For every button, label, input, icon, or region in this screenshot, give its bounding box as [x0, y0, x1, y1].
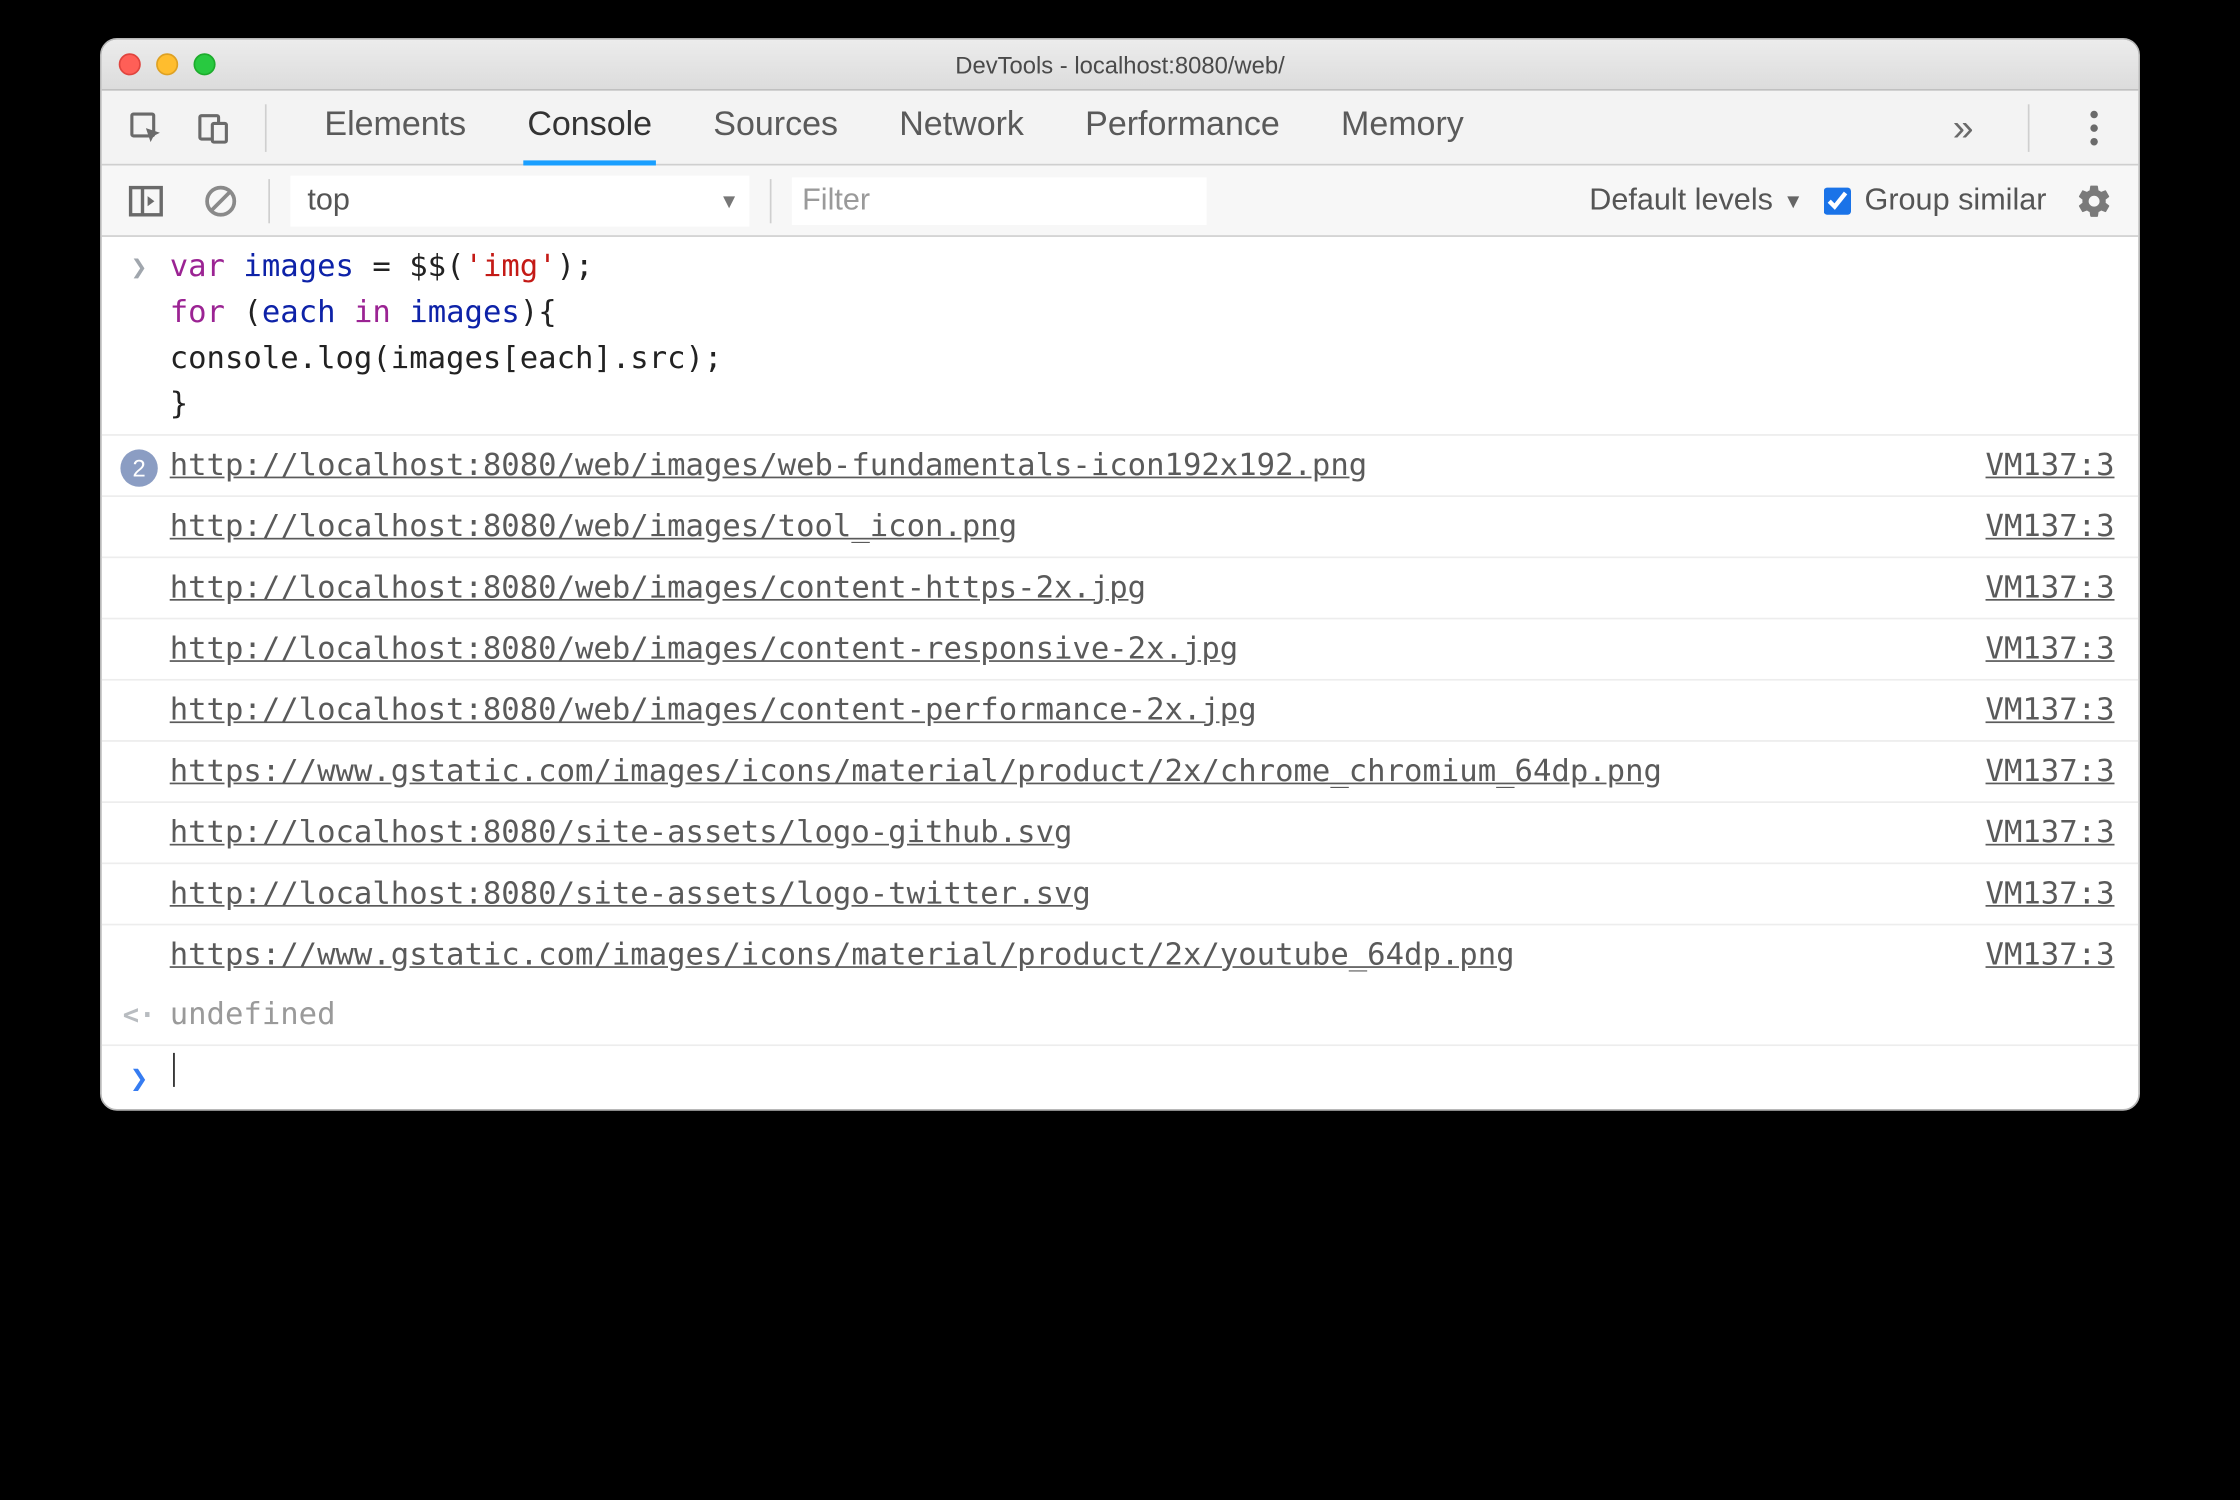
tab-sources[interactable]: Sources: [710, 90, 842, 165]
repeat-count-badge: 2: [120, 449, 157, 486]
titlebar: DevTools - localhost:8080/web/: [102, 40, 2139, 91]
log-url-link[interactable]: https://www.gstatic.com/images/icons/mat…: [170, 754, 1662, 790]
sidebar-toggle-icon[interactable]: [119, 173, 173, 227]
prompt-chevron-icon: ❯: [130, 1056, 148, 1102]
log-url-link[interactable]: http://localhost:8080/web/images/content…: [170, 570, 1146, 606]
close-window-button[interactable]: [119, 53, 141, 75]
levels-label: Default levels: [1589, 183, 1773, 219]
maximize-window-button[interactable]: [194, 53, 216, 75]
log-source-link[interactable]: VM137:3: [1962, 626, 2115, 672]
console-output: ❯ var images = $$('img'); for (each in i…: [102, 237, 2139, 1109]
console-log-entry: http://localhost:8080/web/images/tool_ic…: [102, 497, 2139, 558]
log-url-link[interactable]: http://localhost:8080/site-assets/logo-g…: [170, 815, 1073, 851]
log-source-link[interactable]: VM137:3: [1962, 810, 2115, 856]
console-log-entry: http://localhost:8080/web/images/content…: [102, 558, 2139, 619]
console-log-entry: 2 http://localhost:8080/web/images/web-fu…: [102, 436, 2139, 497]
return-chevron-icon: <·: [123, 995, 156, 1036]
window-controls: [119, 53, 216, 75]
console-toolbar: top ▼ Default levels ▼ Group similar: [102, 166, 2139, 237]
clear-console-icon[interactable]: [194, 173, 248, 227]
tab-elements[interactable]: Elements: [321, 90, 470, 165]
log-url-link[interactable]: http://localhost:8080/web/images/tool_ic…: [170, 509, 1017, 545]
log-url-link[interactable]: http://localhost:8080/web/images/content…: [170, 693, 1257, 729]
tab-performance[interactable]: Performance: [1082, 90, 1283, 165]
log-url-link[interactable]: http://localhost:8080/web/images/content…: [170, 631, 1239, 667]
console-input-entry: ❯ var images = $$('img'); for (each in i…: [102, 237, 2139, 436]
console-log-entry: https://www.gstatic.com/images/icons/mat…: [102, 742, 2139, 803]
overflow-tabs-button[interactable]: »: [1936, 100, 1990, 154]
device-toolbar-icon[interactable]: [187, 100, 241, 154]
panel-tabs: Elements Console Sources Network Perform…: [321, 90, 1922, 165]
window-title: DevTools - localhost:8080/web/: [955, 51, 1284, 78]
group-similar-checkbox[interactable]: Group similar: [1824, 183, 2047, 219]
inspect-element-icon[interactable]: [119, 100, 173, 154]
log-source-link[interactable]: VM137:3: [1962, 932, 2115, 978]
log-source-link[interactable]: VM137:3: [1962, 443, 2115, 489]
console-settings-gear-icon[interactable]: [2067, 173, 2121, 227]
log-url-link[interactable]: https://www.gstatic.com/images/icons/mat…: [170, 937, 1515, 973]
log-url-link[interactable]: http://localhost:8080/site-assets/logo-t…: [170, 876, 1091, 912]
devtools-window: DevTools - localhost:8080/web/ Elements …: [100, 38, 2140, 1111]
minimize-window-button[interactable]: [156, 53, 178, 75]
separator: [268, 178, 270, 222]
panel-tabs-row: Elements Console Sources Network Perform…: [102, 91, 2139, 166]
console-log-entry: http://localhost:8080/site-assets/logo-t…: [102, 864, 2139, 925]
log-source-link[interactable]: VM137:3: [1962, 749, 2115, 795]
return-value: undefined: [170, 997, 336, 1033]
tab-console[interactable]: Console: [524, 90, 656, 165]
separator: [265, 103, 267, 151]
context-label: top: [307, 183, 350, 219]
separator: [2028, 103, 2030, 151]
execution-context-selector[interactable]: top ▼: [290, 175, 749, 226]
console-prompt-input[interactable]: [160, 1053, 2115, 1101]
group-similar-label: Group similar: [1865, 183, 2047, 219]
console-log-entry: http://localhost:8080/web/images/content…: [102, 619, 2139, 680]
tab-network[interactable]: Network: [896, 90, 1028, 165]
chevron-down-icon: ▼: [719, 188, 739, 212]
code-block[interactable]: var images = $$('img'); for (each in ima…: [160, 244, 2115, 428]
log-source-link[interactable]: VM137:3: [1962, 565, 2115, 611]
chevron-down-icon: ▼: [1783, 188, 1803, 212]
console-log-entry: https://www.gstatic.com/images/icons/mat…: [102, 925, 2139, 985]
group-similar-input[interactable]: [1824, 187, 1851, 214]
tab-memory[interactable]: Memory: [1338, 90, 1468, 165]
log-levels-selector[interactable]: Default levels ▼: [1589, 183, 1803, 219]
console-log-entry: http://localhost:8080/web/images/content…: [102, 681, 2139, 742]
console-return-entry: <· undefined: [102, 985, 2139, 1046]
kebab-menu-icon[interactable]: [2067, 100, 2121, 154]
filter-input[interactable]: [792, 177, 1207, 225]
console-log-entry: http://localhost:8080/site-assets/logo-g…: [102, 803, 2139, 864]
separator: [770, 178, 772, 222]
input-chevron-icon: ❯: [131, 247, 147, 288]
console-prompt-row[interactable]: ❯: [102, 1046, 2139, 1109]
log-url-link[interactable]: http://localhost:8080/web/images/web-fun…: [170, 448, 1367, 484]
log-source-link[interactable]: VM137:3: [1962, 871, 2115, 917]
log-source-link[interactable]: VM137:3: [1962, 687, 2115, 733]
log-source-link[interactable]: VM137:3: [1962, 504, 2115, 550]
